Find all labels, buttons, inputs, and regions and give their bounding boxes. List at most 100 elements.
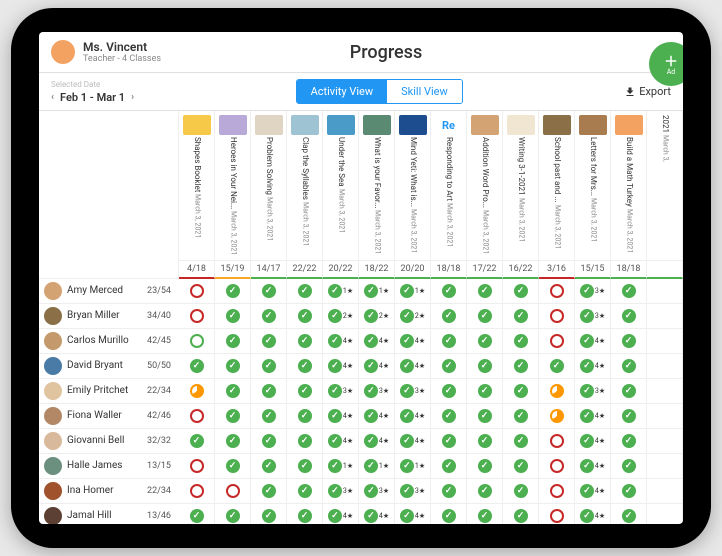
progress-cell[interactable]: 3★ xyxy=(323,379,359,404)
progress-cell[interactable] xyxy=(179,454,215,479)
progress-cell[interactable] xyxy=(215,354,251,379)
progress-cell[interactable]: 3★ xyxy=(359,379,395,404)
progress-cell[interactable] xyxy=(467,354,503,379)
progress-cell[interactable] xyxy=(215,304,251,329)
progress-cell[interactable]: 4★ xyxy=(575,429,611,454)
progress-cell[interactable] xyxy=(431,379,467,404)
progress-cell[interactable]: 3★ xyxy=(395,479,431,504)
progress-cell[interactable] xyxy=(611,454,647,479)
progress-cell[interactable] xyxy=(251,329,287,354)
progress-cell[interactable]: 4★ xyxy=(323,504,359,524)
progress-cell[interactable]: 4★ xyxy=(575,454,611,479)
progress-cell[interactable]: 1★ xyxy=(359,454,395,479)
student-row-label[interactable]: Giovanni Bell32/32 xyxy=(39,429,179,454)
progress-cell[interactable] xyxy=(287,454,323,479)
progress-cell[interactable] xyxy=(251,504,287,524)
progress-cell[interactable]: 1★ xyxy=(323,454,359,479)
progress-cell[interactable] xyxy=(431,429,467,454)
prev-date-button[interactable]: ‹ xyxy=(51,92,54,103)
progress-cell[interactable] xyxy=(215,329,251,354)
progress-cell[interactable] xyxy=(287,479,323,504)
progress-cell[interactable] xyxy=(431,329,467,354)
progress-cell[interactable] xyxy=(539,504,575,524)
progress-cell[interactable] xyxy=(287,354,323,379)
progress-cell[interactable]: 4★ xyxy=(395,504,431,524)
progress-cell[interactable] xyxy=(503,404,539,429)
progress-cell[interactable] xyxy=(215,379,251,404)
progress-cell[interactable]: 3★ xyxy=(575,304,611,329)
progress-cell[interactable] xyxy=(467,279,503,304)
progress-cell[interactable]: 4★ xyxy=(323,429,359,454)
activity-header[interactable]: Letters for Mrs...March 3, 2021 xyxy=(575,111,611,260)
date-range[interactable]: Feb 1 - Mar 1 xyxy=(60,91,125,104)
progress-cell[interactable]: 4★ xyxy=(359,329,395,354)
progress-cell[interactable] xyxy=(503,479,539,504)
progress-cell[interactable] xyxy=(611,479,647,504)
progress-cell[interactable]: 4★ xyxy=(395,429,431,454)
progress-cell[interactable] xyxy=(539,279,575,304)
progress-cell[interactable]: 2★ xyxy=(323,304,359,329)
progress-cell[interactable] xyxy=(611,429,647,454)
activity-header[interactable]: Heroes in Your Nei...March 3, 2021 xyxy=(215,111,251,260)
progress-cell[interactable] xyxy=(539,479,575,504)
progress-cell[interactable]: 2★ xyxy=(359,304,395,329)
progress-cell[interactable]: 3★ xyxy=(575,279,611,304)
progress-cell[interactable] xyxy=(503,329,539,354)
progress-cell[interactable] xyxy=(539,304,575,329)
progress-cell[interactable] xyxy=(539,354,575,379)
progress-cell[interactable]: 4★ xyxy=(323,354,359,379)
progress-cell[interactable] xyxy=(179,279,215,304)
progress-grid[interactable]: Shapes BookletMarch 3, 2021Heroes in You… xyxy=(39,111,683,524)
progress-cell[interactable] xyxy=(611,304,647,329)
progress-cell[interactable] xyxy=(215,279,251,304)
progress-cell[interactable]: 4★ xyxy=(575,354,611,379)
progress-cell[interactable] xyxy=(503,454,539,479)
progress-cell[interactable] xyxy=(431,354,467,379)
progress-cell[interactable] xyxy=(539,379,575,404)
progress-cell[interactable] xyxy=(179,504,215,524)
progress-cell[interactable] xyxy=(467,504,503,524)
progress-cell[interactable]: 4★ xyxy=(575,329,611,354)
progress-cell[interactable]: 3★ xyxy=(395,379,431,404)
progress-cell[interactable] xyxy=(251,379,287,404)
next-date-button[interactable]: › xyxy=(131,92,134,103)
progress-cell[interactable] xyxy=(539,429,575,454)
progress-cell[interactable] xyxy=(539,454,575,479)
progress-cell[interactable] xyxy=(611,404,647,429)
student-row-label[interactable]: Amy Merced23/54 xyxy=(39,279,179,304)
activity-header[interactable]: Addition Word Pro...March 3, 2021 xyxy=(467,111,503,260)
progress-cell[interactable] xyxy=(431,504,467,524)
progress-cell[interactable] xyxy=(179,354,215,379)
progress-cell[interactable] xyxy=(467,404,503,429)
progress-cell[interactable] xyxy=(539,404,575,429)
progress-cell[interactable] xyxy=(467,304,503,329)
progress-cell[interactable]: 4★ xyxy=(575,479,611,504)
progress-cell[interactable] xyxy=(503,354,539,379)
progress-cell[interactable] xyxy=(431,304,467,329)
progress-cell[interactable] xyxy=(179,404,215,429)
progress-cell[interactable]: 1★ xyxy=(359,279,395,304)
progress-cell[interactable] xyxy=(431,454,467,479)
progress-cell[interactable] xyxy=(431,479,467,504)
progress-cell[interactable]: 4★ xyxy=(359,429,395,454)
progress-cell[interactable]: 4★ xyxy=(395,404,431,429)
activity-header[interactable]: Under the SeaMarch 3, 2021 xyxy=(323,111,359,260)
progress-cell[interactable] xyxy=(251,429,287,454)
progress-cell[interactable] xyxy=(251,279,287,304)
progress-cell[interactable] xyxy=(215,404,251,429)
student-row-label[interactable]: Bryan Miller34/40 xyxy=(39,304,179,329)
progress-cell[interactable] xyxy=(179,304,215,329)
skill-view-tab[interactable]: Skill View xyxy=(387,80,462,103)
progress-cell[interactable] xyxy=(611,354,647,379)
progress-cell[interactable] xyxy=(611,379,647,404)
progress-cell[interactable]: 1★ xyxy=(395,279,431,304)
progress-cell[interactable] xyxy=(287,504,323,524)
activity-header[interactable]: Writing 3-1-2021March 3, 2021 xyxy=(503,111,539,260)
progress-cell[interactable] xyxy=(287,279,323,304)
activity-header[interactable]: 2021March 3, xyxy=(647,111,683,260)
activity-header[interactable]: Clap the SyllablesMarch 3, 2021 xyxy=(287,111,323,260)
activity-header[interactable]: Shapes BookletMarch 3, 2021 xyxy=(179,111,215,260)
student-row-label[interactable]: Jamal Hill13/46 xyxy=(39,504,179,524)
progress-cell[interactable] xyxy=(467,454,503,479)
progress-cell[interactable] xyxy=(215,429,251,454)
